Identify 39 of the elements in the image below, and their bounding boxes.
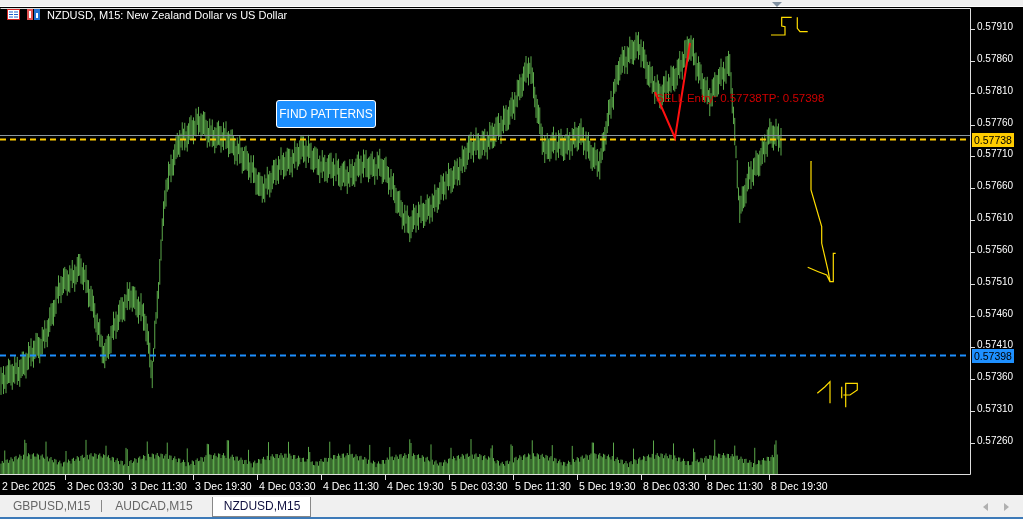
price-label: 0.57560: [977, 245, 1014, 255]
price-label: 0.57610: [977, 213, 1014, 223]
time-label: 5 Dec 19:30: [579, 480, 636, 492]
time-label: 3 Dec 03:30: [67, 480, 124, 492]
price-tag: 0.57398: [972, 349, 1014, 363]
sl-freehand-drawing: [770, 16, 809, 36]
find-patterns-button[interactable]: FIND PATTERNS: [276, 100, 376, 128]
symbol-tab[interactable]: GBPUSD,M15: [0, 497, 102, 516]
price-tag: 0.57738: [972, 133, 1014, 147]
price-label: 0.57410: [977, 340, 1014, 350]
price-label: 0.57910: [977, 22, 1014, 32]
shift-marker-icon[interactable]: [772, 2, 782, 7]
time-label: 2 Dec 2025: [2, 480, 56, 492]
chart-icon[interactable]: [27, 9, 40, 20]
time-label: 4 Dec 11:30: [323, 480, 379, 492]
price-label: 0.57260: [977, 436, 1014, 446]
time-label: 5 Dec 03:30: [451, 480, 508, 492]
time-label: 5 Dec 11:30: [515, 480, 571, 492]
tp-freehand-drawing: [816, 380, 858, 408]
price-label: 0.57510: [977, 277, 1014, 287]
time-label: 3 Dec 19:30: [195, 480, 252, 492]
window-title: NZDUSD, M15: New Zealand Dollar vs US Dollar: [47, 9, 288, 21]
price-label: 0.57310: [977, 404, 1014, 414]
time-label: 8 Dec 11:30: [707, 480, 763, 492]
price-label: 0.57810: [977, 86, 1014, 96]
time-label: 3 Dec 11:30: [131, 480, 187, 492]
time-label: 8 Dec 19:30: [771, 480, 828, 492]
price-label: 0.57360: [977, 372, 1014, 382]
price-label: 0.57710: [977, 149, 1014, 159]
price-label: 0.57660: [977, 181, 1014, 191]
time-label: 8 Dec 03:30: [643, 480, 700, 492]
time-label: 4 Dec 19:30: [387, 480, 444, 492]
symbol-tab[interactable]: AUDCAD,M15: [102, 497, 204, 516]
price-label: 0.57760: [977, 118, 1014, 128]
price-label: 0.57460: [977, 309, 1014, 319]
price-label: 0.57860: [977, 54, 1014, 64]
time-label: 4 Dec 03:30: [259, 480, 316, 492]
symbol-tab[interactable]: NZDUSD,M15: [211, 497, 312, 517]
window-icon[interactable]: [7, 9, 20, 20]
